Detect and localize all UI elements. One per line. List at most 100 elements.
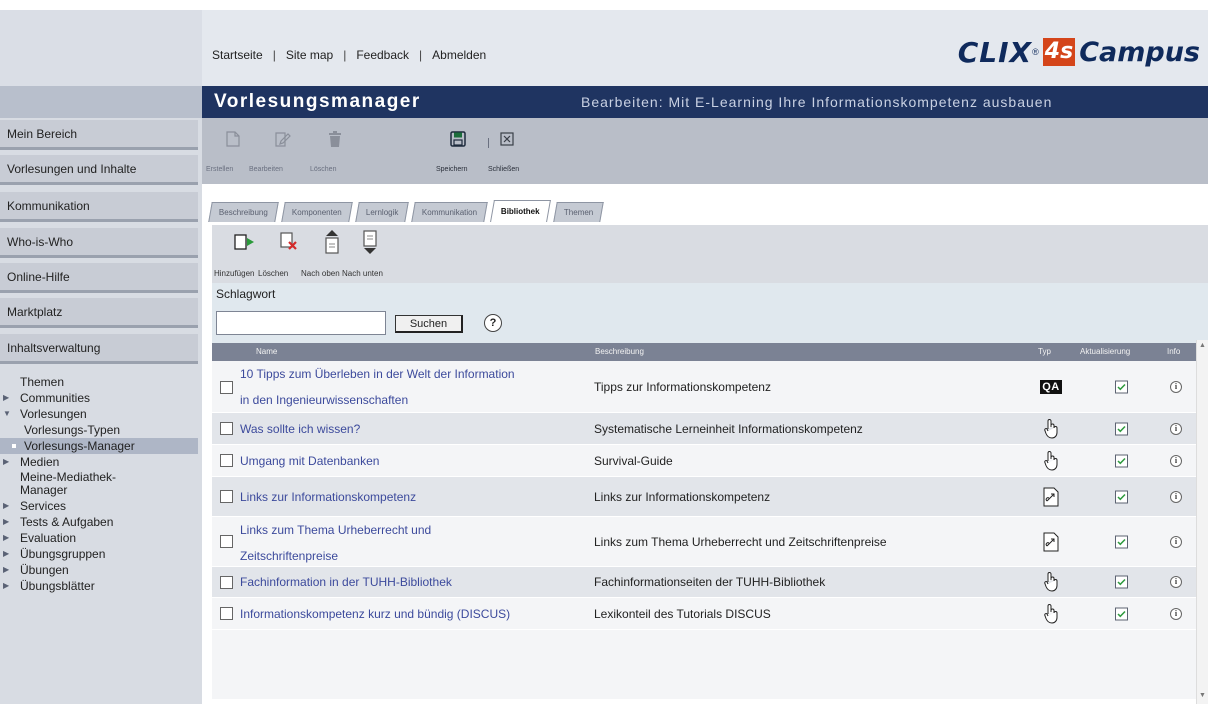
info-icon[interactable]: i (1170, 380, 1182, 393)
header-beschreibung[interactable]: Beschreibung (595, 343, 644, 361)
nav-vorlesungen-und-inhalte[interactable]: Vorlesungen und Inhalte (0, 155, 198, 185)
link-abmelden[interactable]: Abmelden (432, 48, 486, 62)
search-button[interactable]: Suchen (395, 315, 463, 333)
tree-item-vorlesungs-typen[interactable]: Vorlesungs-Typen (0, 422, 198, 438)
tab-lernlogik[interactable]: Lernlogik (354, 202, 409, 222)
link-sitemap[interactable]: Site map (286, 48, 333, 62)
table-row: Informationskompetenz kurz und bündig (D… (212, 598, 1196, 630)
save-button[interactable] (447, 128, 469, 150)
row-select-checkbox[interactable] (220, 490, 233, 503)
remove-button[interactable] (276, 229, 302, 255)
edit-label: Bearbeiten (249, 166, 283, 173)
row-title-line: in den Ingenieurwissenschaften (240, 393, 409, 407)
delete-button[interactable] (324, 128, 346, 150)
row-title-link[interactable]: Links zum Thema Urheberrecht und Zeitsch… (240, 517, 431, 569)
checkmark-icon (1117, 493, 1126, 500)
move-down-label: Nach unten (342, 269, 383, 278)
tree-item-label: Übungen (20, 563, 69, 577)
row-title-link[interactable]: Informationskompetenz kurz und bündig (D… (240, 606, 510, 622)
tree-item-evaluation[interactable]: ▶ Evaluation (0, 530, 198, 546)
collapsed-arrow-icon: ▶ (3, 517, 10, 526)
nav-kommunikation[interactable]: Kommunikation (0, 192, 198, 222)
tree-item-vorlesungs-manager[interactable]: Vorlesungs-Manager (0, 438, 198, 454)
tab-kommunikation[interactable]: Kommunikation (411, 202, 489, 222)
hand-pointer-icon (1040, 450, 1062, 472)
nav-who-is-who[interactable]: Who-is-Who (0, 228, 198, 258)
nav-inhaltsverwaltung[interactable]: Inhaltsverwaltung (0, 334, 198, 364)
row-update-checkbox[interactable] (1115, 575, 1128, 589)
add-button[interactable] (232, 229, 258, 255)
row-update-checkbox[interactable] (1115, 380, 1128, 393)
row-title-link[interactable]: Was sollte ich wissen? (240, 421, 360, 437)
tree-item-uebungsgruppen[interactable]: ▶ Übungsgruppen (0, 546, 198, 562)
add-document-icon (234, 234, 254, 250)
help-icon[interactable]: ? (484, 314, 502, 332)
edit-subtitle: Bearbeiten: Mit E-Learning Ihre Informat… (581, 94, 1053, 110)
table-row: Was sollte ich wissen? Systematische Ler… (212, 413, 1196, 445)
checkmark-icon (1117, 578, 1126, 586)
row-title-link[interactable]: Fachinformation in der TUHH-Bibliothek (240, 574, 452, 590)
info-icon[interactable]: i (1170, 490, 1182, 503)
tab-themen[interactable]: Themen (553, 202, 605, 222)
tree-item-communities[interactable]: ▶ Communities (0, 390, 198, 406)
row-select-checkbox[interactable] (220, 576, 233, 589)
tree-item-uebungsblaetter[interactable]: ▶ Übungsblätter (0, 578, 198, 594)
tree-item-services[interactable]: ▶ Services (0, 498, 198, 514)
keyword-search-input[interactable] (216, 311, 386, 335)
title-bar: Vorlesungsmanager Bearbeiten: Mit E-Lear… (202, 86, 1208, 118)
row-select-checkbox[interactable] (220, 454, 233, 467)
selected-bullet-icon (12, 444, 16, 448)
tree-item-medien[interactable]: ▶ Medien (0, 454, 198, 470)
header-typ[interactable]: Typ (1038, 343, 1051, 361)
row-select-checkbox[interactable] (220, 607, 233, 620)
nav-mein-bereich[interactable]: Mein Bereich (0, 120, 198, 150)
row-update-checkbox[interactable] (1115, 535, 1128, 548)
row-select-checkbox[interactable] (220, 381, 233, 394)
row-title-link[interactable]: Links zur Informationskompetenz (240, 489, 416, 505)
close-button[interactable] (496, 128, 518, 150)
row-update-checkbox[interactable] (1115, 490, 1128, 503)
tree-item-vorlesungen[interactable]: ▼ Vorlesungen (0, 406, 198, 422)
nav-online-hilfe[interactable]: Online-Hilfe (0, 263, 198, 293)
row-title-link[interactable]: 10 Tipps zum Überleben in der Welt der I… (240, 361, 515, 413)
tree-item-uebungen[interactable]: ▶ Übungen (0, 562, 198, 578)
nav-marktplatz[interactable]: Marktplatz (0, 298, 198, 328)
tree-item-tests-aufgaben[interactable]: ▶ Tests & Aufgaben (0, 514, 198, 530)
tree-item-themen[interactable]: Themen (0, 374, 198, 390)
edit-button[interactable] (272, 128, 294, 150)
info-icon[interactable]: i (1170, 422, 1182, 435)
scroll-up-arrow-icon[interactable]: ▲ (1199, 342, 1207, 350)
tab-bibliothek[interactable]: Bibliothek (490, 200, 551, 222)
header-aktualisierung[interactable]: Aktualisierung (1080, 343, 1130, 361)
move-up-button[interactable] (319, 229, 345, 255)
header-info[interactable]: Info (1167, 343, 1180, 361)
create-button[interactable] (222, 128, 244, 150)
link-feedback[interactable]: Feedback (356, 48, 409, 62)
row-update-checkbox[interactable] (1115, 454, 1128, 467)
checkmark-icon (1117, 457, 1126, 464)
info-icon[interactable]: i (1170, 454, 1182, 467)
row-select-checkbox[interactable] (220, 422, 233, 435)
tree-item-label: Vorlesungs-Manager (24, 439, 135, 453)
move-down-button[interactable] (357, 229, 383, 255)
info-icon[interactable]: i (1170, 607, 1182, 620)
info-icon[interactable]: i (1170, 535, 1182, 548)
tab-beschreibung[interactable]: Beschreibung (208, 202, 279, 222)
header-left-panel (0, 10, 202, 86)
row-select-checkbox[interactable] (220, 535, 233, 548)
info-icon[interactable]: i (1170, 576, 1182, 588)
header-name[interactable]: Name (256, 343, 277, 361)
tree-item-meine-mediathek-manager[interactable]: Meine-Mediathek-Manager (0, 470, 198, 498)
row-title-link[interactable]: Umgang mit Datenbanken (240, 453, 379, 469)
edit-document-icon (275, 132, 291, 147)
tab-label: Komponenten (291, 208, 342, 217)
link-startseite[interactable]: Startseite (212, 48, 263, 62)
link-separator: | (343, 48, 347, 62)
row-update-checkbox[interactable] (1115, 607, 1128, 620)
tab-komponenten[interactable]: Komponenten (281, 202, 353, 222)
row-update-checkbox[interactable] (1115, 422, 1128, 435)
row-description: Systematische Lerneinheit Informationsko… (594, 421, 863, 436)
library-table: Name Beschreibung Typ Aktualisierung Inf… (212, 343, 1196, 630)
scroll-down-arrow-icon[interactable]: ▼ (1199, 692, 1207, 700)
vertical-scrollbar[interactable]: ▲ ▼ (1196, 340, 1208, 704)
